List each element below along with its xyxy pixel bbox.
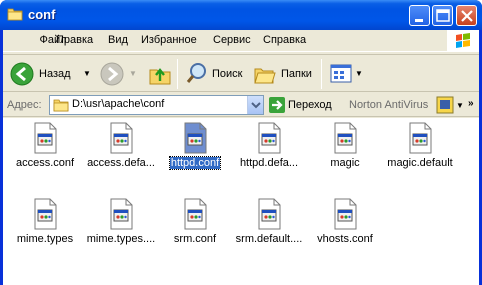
forward-arrow-icon — [100, 62, 124, 86]
explorer-window: conf Файл Правка Вид Избранное Сервис Сп… — [0, 0, 482, 285]
address-label: Адрес: — [7, 99, 42, 111]
file-item[interactable]: srm.default.... — [229, 198, 309, 245]
file-name: srm.default.... — [235, 233, 303, 245]
search-button[interactable]: Поиск — [185, 61, 247, 87]
forward-button[interactable]: ▼ — [99, 61, 139, 87]
go-button[interactable]: Переход — [288, 99, 332, 111]
file-item[interactable]: mime.types — [5, 198, 85, 245]
go-arrow-icon[interactable] — [269, 97, 285, 113]
file-name: vhosts.conf — [317, 233, 373, 245]
file-name: httpd.conf — [168, 156, 222, 170]
file-item[interactable]: vhosts.conf — [305, 198, 385, 245]
search-icon — [186, 63, 206, 83]
config-file-icon — [258, 198, 281, 230]
address-input[interactable]: D:\usr\apache\conf — [49, 95, 264, 115]
close-icon — [461, 10, 473, 22]
norton-antivirus-icon[interactable] — [436, 96, 454, 114]
folders-button[interactable]: Папки — [253, 61, 317, 87]
folders-icon — [254, 68, 276, 84]
file-name: mime.types.... — [86, 233, 156, 245]
file-item[interactable]: access.defa... — [81, 122, 161, 169]
address-dropdown-button[interactable] — [247, 96, 263, 114]
back-arrow-icon — [10, 62, 34, 86]
config-file-icon — [184, 198, 207, 230]
file-name: srm.conf — [173, 233, 217, 245]
up-folder-button[interactable] — [148, 61, 172, 87]
config-file-icon — [334, 198, 357, 230]
folder-icon — [53, 99, 69, 112]
back-button[interactable]: Назад ▼ — [9, 61, 95, 87]
file-name: mime.types — [16, 233, 74, 245]
menu-bar: Файл Правка Вид Избранное Сервис Справка — [3, 30, 479, 52]
config-file-icon — [110, 122, 133, 154]
norton-antivirus-label[interactable]: Norton AntiVirus — [349, 99, 428, 111]
back-label: Назад — [39, 68, 71, 80]
file-item[interactable]: access.conf — [5, 122, 85, 169]
config-file-icon — [34, 198, 57, 230]
search-label: Поиск — [212, 68, 243, 80]
menu-help[interactable]: Справка — [263, 34, 306, 46]
views-icon — [330, 64, 352, 83]
address-path: D:\usr\apache\conf — [72, 98, 165, 110]
toolbar-separator — [177, 59, 178, 89]
folders-label: Папки — [281, 68, 312, 80]
toolbar-separator — [321, 59, 322, 89]
forward-dropdown-icon[interactable]: ▼ — [129, 69, 137, 78]
folder-icon — [7, 8, 23, 21]
file-name: magic.default — [387, 157, 453, 169]
maximize-icon — [436, 9, 450, 22]
file-item[interactable]: httpd.conf — [155, 122, 235, 170]
window-client: Файл Правка Вид Избранное Сервис Справка — [3, 30, 479, 285]
windows-logo-icon — [447, 30, 479, 52]
file-item[interactable]: magic.default — [380, 122, 460, 169]
minimize-button[interactable] — [409, 5, 430, 26]
chevron-down-icon — [251, 102, 261, 109]
file-name: magic — [330, 157, 360, 169]
file-name: httpd.defa... — [239, 157, 299, 169]
config-file-icon — [409, 122, 432, 154]
back-dropdown-icon[interactable]: ▼ — [83, 69, 91, 78]
more-chevron-icon[interactable]: » — [468, 98, 474, 109]
up-folder-icon — [149, 68, 171, 85]
close-button[interactable] — [456, 5, 477, 26]
minimize-icon — [415, 19, 423, 22]
window-title: conf — [28, 7, 56, 22]
title-bar[interactable]: conf — [0, 0, 482, 30]
address-bar: Адрес: D:\usr\apache\conf Переход Norton… — [3, 93, 479, 117]
menu-view[interactable]: Вид — [108, 34, 128, 46]
config-file-icon — [34, 122, 57, 154]
config-file-icon — [110, 198, 133, 230]
menu-service[interactable]: Сервис — [213, 34, 251, 46]
menu-favorites[interactable]: Избранное — [141, 34, 197, 46]
views-dropdown-icon[interactable]: ▼ — [355, 69, 363, 78]
file-name: access.defa... — [87, 157, 155, 169]
maximize-button[interactable] — [432, 5, 453, 26]
norton-dropdown-icon[interactable]: ▼ — [456, 101, 464, 110]
file-item[interactable]: httpd.defa... — [229, 122, 309, 169]
file-item[interactable]: magic — [305, 122, 385, 169]
views-button[interactable]: ▼ — [329, 61, 365, 87]
toolbar: Назад ▼ ▼ Поиск Папки ▼ — [3, 54, 479, 92]
file-item[interactable]: mime.types.... — [81, 198, 161, 245]
config-file-icon — [184, 122, 207, 154]
file-view: access.conf access.defa... httpd.conf httpd… — [3, 118, 479, 285]
file-item[interactable]: srm.conf — [155, 198, 235, 245]
config-file-icon — [334, 122, 357, 154]
config-file-icon — [258, 122, 281, 154]
file-name: access.conf — [15, 157, 75, 169]
menu-edit[interactable]: Правка — [56, 34, 93, 46]
